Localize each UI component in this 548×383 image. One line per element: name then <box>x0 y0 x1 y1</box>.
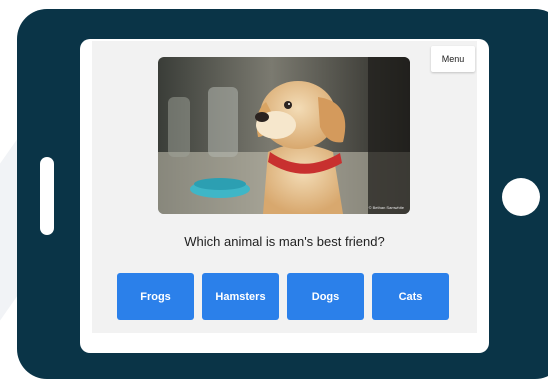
puppy-photo: © Bethan Samwhite <box>158 57 410 214</box>
photo-credit: © Bethan Samwhite <box>368 205 404 210</box>
answer-button-hamsters[interactable]: Hamsters <box>202 273 279 320</box>
answer-button-frogs[interactable]: Frogs <box>117 273 194 320</box>
answer-button-cats[interactable]: Cats <box>372 273 449 320</box>
tablet-screen: Menu © Bethan Samwhite Which animal is m… <box>80 39 489 353</box>
tablet-home-button[interactable] <box>502 178 540 216</box>
quiz-panel: Menu © Bethan Samwhite Which animal is m… <box>92 41 477 333</box>
tablet-side-slot <box>40 157 54 235</box>
question-text: Which animal is man's best friend? <box>184 234 385 249</box>
menu-button[interactable]: Menu <box>431 46 475 72</box>
answer-options: Frogs Hamsters Dogs Cats <box>117 273 449 320</box>
answer-button-dogs[interactable]: Dogs <box>287 273 364 320</box>
